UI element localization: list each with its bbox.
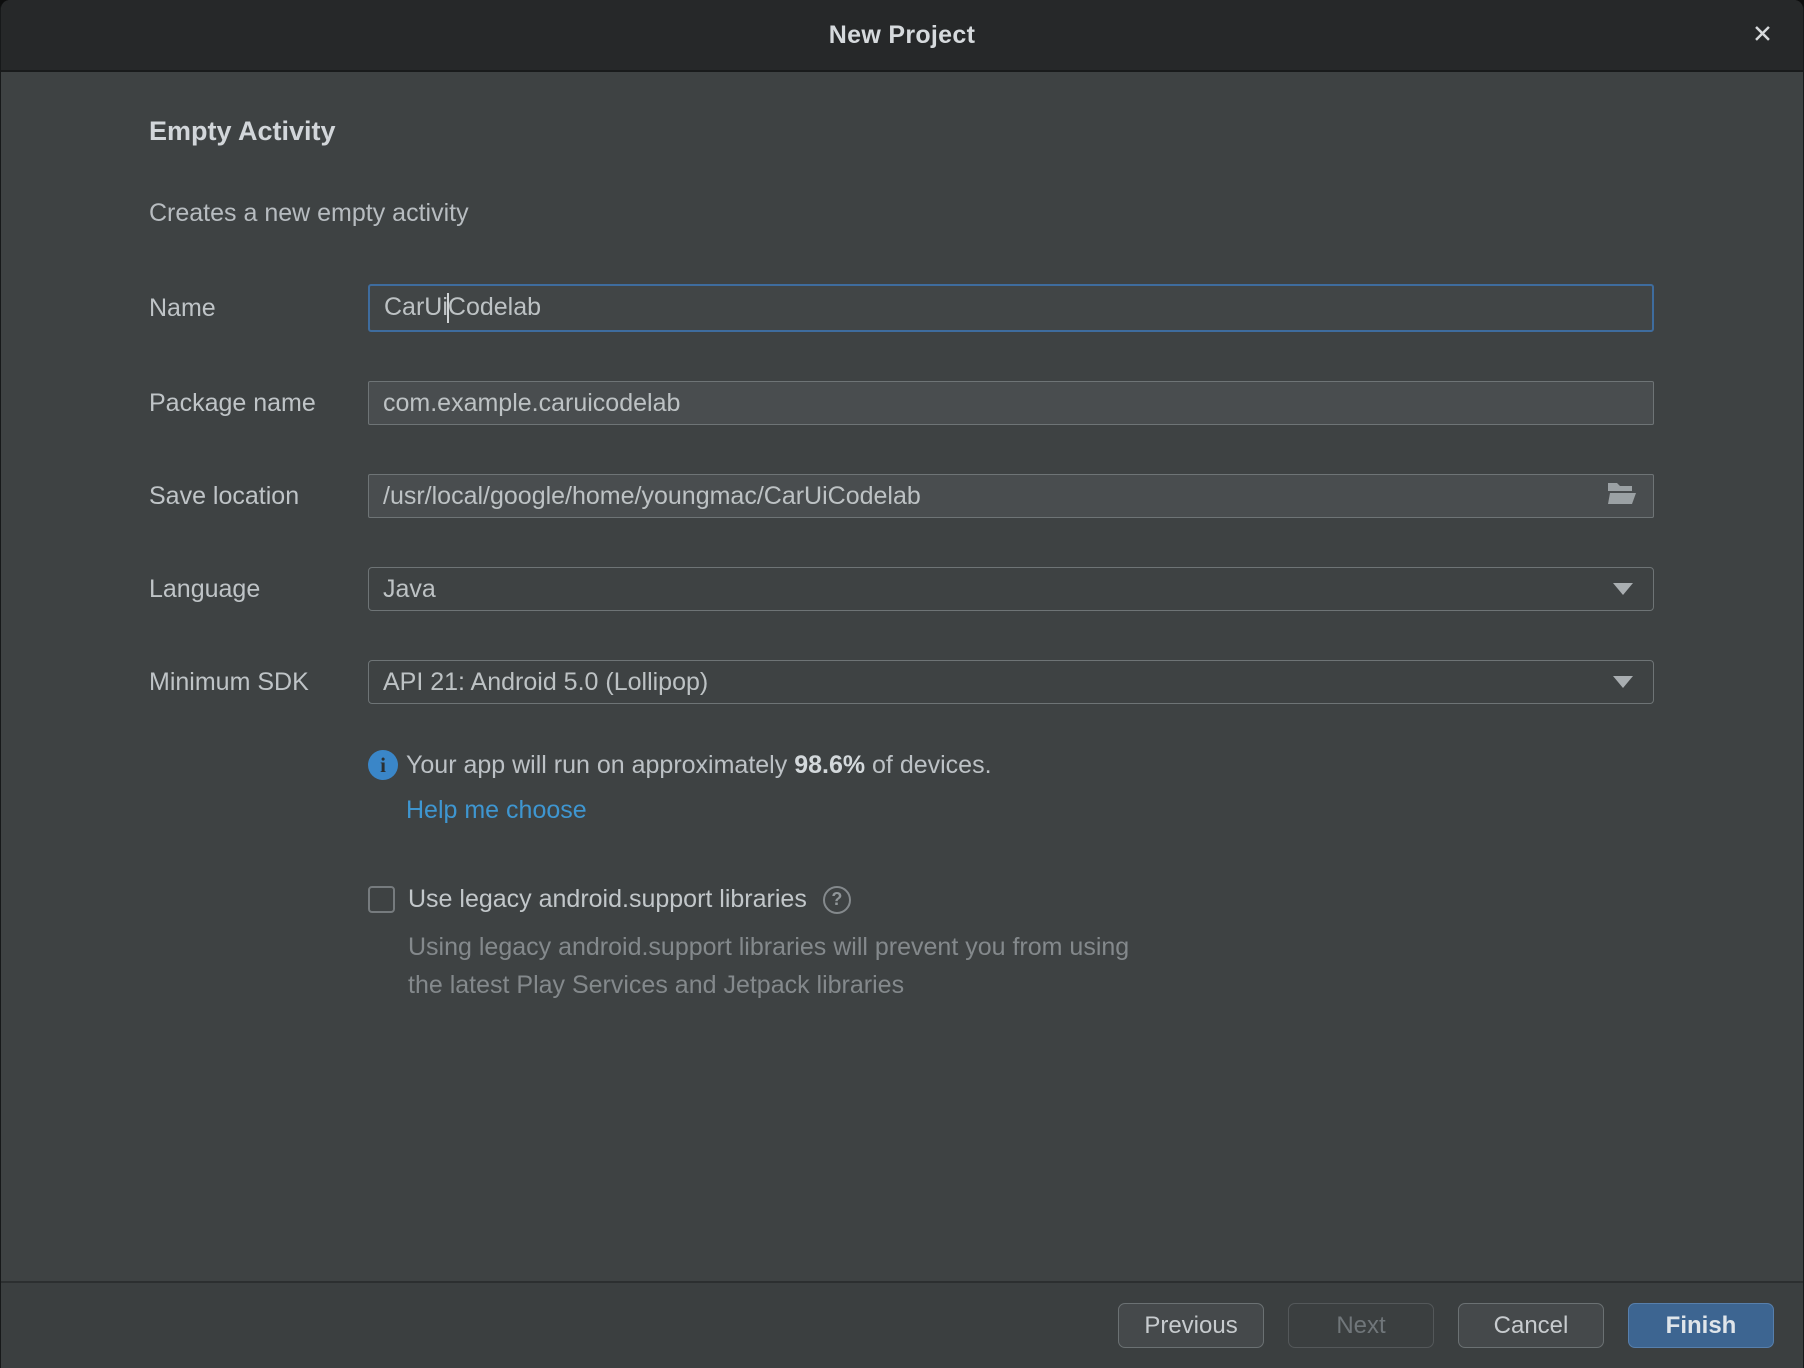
- package-name-input[interactable]: com.example.caruicodelab: [368, 381, 1654, 425]
- name-label: Name: [149, 294, 368, 323]
- next-button[interactable]: Next: [1288, 1303, 1434, 1348]
- dialog-footer: Previous Next Cancel Finish: [1, 1281, 1803, 1368]
- close-icon[interactable]: ✕: [1748, 19, 1777, 52]
- finish-button[interactable]: Finish: [1628, 1303, 1774, 1348]
- dropdown-arrow-icon: [1613, 583, 1633, 595]
- minimum-sdk-value: API 21: Android 5.0 (Lollipop): [383, 668, 1613, 697]
- minimum-sdk-dropdown[interactable]: API 21: Android 5.0 (Lollipop): [368, 660, 1654, 704]
- language-label: Language: [149, 575, 368, 604]
- legacy-libraries-row: Use legacy android.support libraries ?: [368, 885, 1654, 914]
- help-me-choose-link[interactable]: Help me choose: [406, 796, 587, 825]
- language-value: Java: [383, 575, 1613, 604]
- dialog-content: Empty Activity Creates a new empty activ…: [1, 72, 1803, 1281]
- name-input-value: CarUiCodelab: [384, 293, 1638, 323]
- sdk-coverage-text: Your app will run on approximately 98.6%…: [406, 748, 992, 782]
- page-subtitle: Creates a new empty activity: [149, 199, 1654, 228]
- previous-button[interactable]: Previous: [1118, 1303, 1264, 1348]
- folder-browse-icon[interactable]: [1607, 480, 1637, 513]
- dialog-title: New Project: [829, 21, 975, 50]
- language-dropdown[interactable]: Java: [368, 567, 1654, 611]
- legacy-libraries-checkbox[interactable]: [368, 886, 395, 913]
- help-icon[interactable]: ?: [823, 886, 851, 914]
- project-form: Name CarUiCodelab Package name com.examp…: [149, 284, 1654, 704]
- legacy-libraries-label[interactable]: Use legacy android.support libraries: [408, 885, 807, 914]
- minimum-sdk-label: Minimum SDK: [149, 668, 368, 697]
- sdk-coverage-info: i Your app will run on approximately 98.…: [368, 748, 1654, 782]
- save-location-input[interactable]: /usr/local/google/home/youngmac/CarUiCod…: [368, 474, 1654, 518]
- save-location-value: /usr/local/google/home/youngmac/CarUiCod…: [383, 482, 1607, 511]
- save-location-label: Save location: [149, 482, 368, 511]
- name-input[interactable]: CarUiCodelab: [368, 284, 1654, 332]
- legacy-libraries-description: Using legacy android.support libraries w…: [408, 928, 1654, 1004]
- dropdown-arrow-icon: [1613, 676, 1633, 688]
- info-icon: i: [368, 750, 398, 780]
- dialog-titlebar: New Project ✕: [1, 0, 1803, 72]
- package-name-value: com.example.caruicodelab: [383, 389, 1639, 418]
- page-title: Empty Activity: [149, 116, 1654, 147]
- cancel-button[interactable]: Cancel: [1458, 1303, 1604, 1348]
- package-name-label: Package name: [149, 389, 368, 418]
- new-project-dialog: New Project ✕ Empty Activity Creates a n…: [0, 0, 1804, 1368]
